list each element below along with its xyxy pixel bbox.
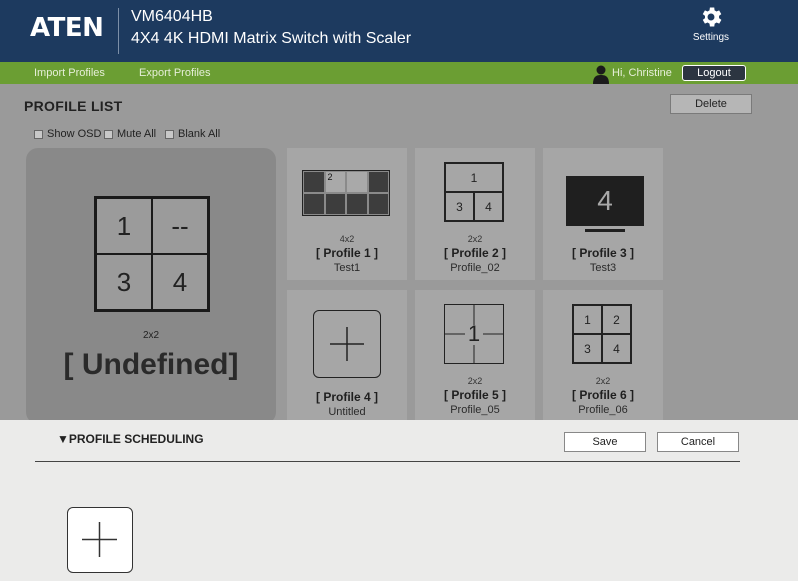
gear-icon bbox=[702, 7, 722, 27]
profile-list-panel: PROFILE LIST Delete Show OSD Mute All Bl… bbox=[0, 84, 798, 420]
profile-subtitle: Profile_05 bbox=[450, 404, 500, 416]
import-profiles-link[interactable]: Import Profiles bbox=[34, 67, 105, 79]
layout-cell[interactable]: 4 bbox=[152, 254, 208, 310]
profile-card-5[interactable]: 1 2x2 [ Profile 5 ] Profile_05 bbox=[415, 290, 535, 420]
aten-logo: ATEN bbox=[30, 13, 104, 43]
delete-button[interactable]: Delete bbox=[670, 94, 752, 114]
page-title: PROFILE LIST bbox=[24, 98, 123, 114]
profile-thumbnail: 1 bbox=[444, 304, 504, 364]
cancel-button[interactable]: Cancel bbox=[657, 432, 739, 452]
device-model: VM6404HB bbox=[131, 8, 213, 25]
profile-card-1[interactable]: 2 4x2 [ Profile 1 ] Test1 bbox=[287, 148, 407, 280]
profile-name: [ Profile 3 ] bbox=[571, 246, 634, 260]
profile-thumbnail: 1 2 3 4 bbox=[572, 304, 632, 364]
user-icon bbox=[593, 65, 609, 84]
show-osd-checkbox[interactable] bbox=[34, 129, 43, 139]
mute-all-checkbox[interactable] bbox=[104, 129, 113, 139]
logout-button[interactable]: Logout bbox=[682, 65, 746, 81]
user-greeting: Hi, Christine bbox=[612, 67, 672, 79]
device-description: 4X4 4K HDMI Matrix Switch with Scaler bbox=[131, 30, 412, 47]
profile-name: [ Profile 2 ] bbox=[443, 246, 506, 260]
divider bbox=[35, 461, 740, 462]
profile-card-6[interactable]: 1 2 3 4 2x2 [ Profile 6 ] Profile_06 bbox=[543, 290, 663, 420]
settings-label: Settings bbox=[692, 32, 730, 43]
profile-name: [ Profile 6 ] bbox=[571, 388, 634, 402]
profile-layout-type: 2x2 bbox=[467, 234, 483, 244]
monitor-stand bbox=[585, 229, 625, 232]
profile-thumbnail: 2 bbox=[302, 170, 390, 216]
toolbar: Import Profiles Export Profiles Hi, Chri… bbox=[0, 62, 798, 84]
profile-name: [ Profile 4 ] bbox=[315, 390, 378, 404]
current-layout-type: 2x2 bbox=[142, 330, 160, 341]
show-osd-option[interactable]: Show OSD bbox=[34, 128, 101, 140]
profile-card-2[interactable]: 1 3 4 2x2 [ Profile 2 ] Profile_02 bbox=[415, 148, 535, 280]
show-osd-label: Show OSD bbox=[47, 128, 102, 140]
mute-all-label: Mute All bbox=[117, 128, 157, 140]
current-profile-name: [ Undefined] bbox=[63, 348, 239, 381]
save-button[interactable]: Save bbox=[564, 432, 646, 452]
profile-scheduling-panel: ▼PROFILE SCHEDULING Save Cancel bbox=[0, 420, 798, 581]
header-divider bbox=[118, 8, 119, 54]
profile-name: [ Profile 5 ] bbox=[443, 388, 506, 402]
layout-cell[interactable]: 1 bbox=[96, 198, 152, 254]
blank-all-option[interactable]: Blank All bbox=[165, 128, 220, 140]
current-layout-preview: 1 -- 3 4 2x2 [ Undefined] bbox=[26, 148, 276, 420]
layout-cell[interactable]: -- bbox=[152, 198, 208, 254]
settings-button[interactable]: Settings bbox=[688, 4, 734, 52]
monitor-icon: 4 bbox=[566, 176, 644, 226]
profile-subtitle: Test3 bbox=[589, 262, 617, 274]
profile-scheduling-toggle[interactable]: ▼PROFILE SCHEDULING bbox=[57, 432, 204, 446]
profile-thumbnail: 1 3 4 bbox=[444, 162, 504, 222]
add-schedule-button[interactable] bbox=[67, 507, 133, 573]
profile-subtitle: Test1 bbox=[333, 262, 361, 274]
export-profiles-link[interactable]: Export Profiles bbox=[139, 67, 211, 79]
profile-card-3[interactable]: 4 [ Profile 3 ] Test3 bbox=[543, 148, 663, 280]
layout-cell[interactable]: 3 bbox=[96, 254, 152, 310]
plus-icon bbox=[82, 522, 117, 557]
profile-name: [ Profile 1 ] bbox=[315, 246, 378, 260]
blank-all-label: Blank All bbox=[178, 128, 221, 140]
plus-icon bbox=[313, 310, 381, 378]
profile-subtitle: Untitled bbox=[328, 406, 366, 418]
current-layout-grid: 1 -- 3 4 bbox=[94, 196, 210, 312]
profile-card-4[interactable]: [ Profile 4 ] Untitled bbox=[287, 290, 407, 420]
profile-layout-type: 2x2 bbox=[467, 376, 483, 386]
app-header: ATEN VM6404HB 4X4 4K HDMI Matrix Switch … bbox=[0, 0, 798, 62]
profile-layout-type: 2x2 bbox=[595, 376, 611, 386]
mute-all-option[interactable]: Mute All bbox=[104, 128, 156, 140]
profile-layout-type: 4x2 bbox=[339, 234, 355, 244]
blank-all-checkbox[interactable] bbox=[165, 129, 174, 139]
profile-subtitle: Profile_02 bbox=[450, 262, 500, 274]
profile-subtitle: Profile_06 bbox=[578, 404, 628, 416]
